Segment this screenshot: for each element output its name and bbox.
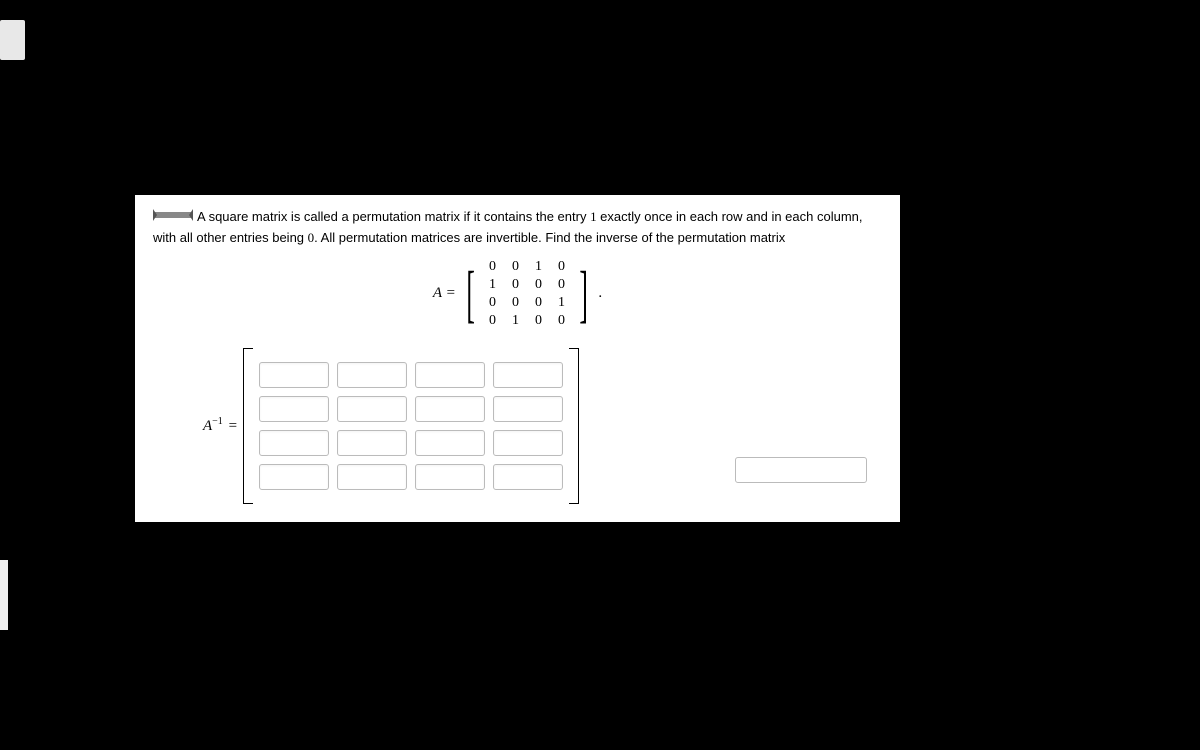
answer-cell-3-2[interactable] <box>415 464 485 490</box>
q-mid2: . All permutation matrices are invertibl… <box>314 230 785 245</box>
answer-right-bracket-icon <box>569 348 579 504</box>
answer-cell-0-3[interactable] <box>493 362 563 388</box>
answer-cell-3-1[interactable] <box>337 464 407 490</box>
matrix-A-label: A = <box>433 285 456 302</box>
answer-cell-3-3[interactable] <box>493 464 563 490</box>
answer-cell-2-2[interactable] <box>415 430 485 456</box>
matrix-A-display: A = [ 0010 1000 0001 0100 ] . <box>153 258 882 330</box>
extra-answer-cell <box>731 453 871 487</box>
answer-cell-2-3[interactable] <box>493 430 563 456</box>
webwork-icon <box>153 207 193 227</box>
browser-tab-strip <box>0 20 25 60</box>
left-bracket-icon: [ <box>466 267 475 321</box>
q-pre: A square matrix is called a permutation … <box>197 209 590 224</box>
side-notch <box>0 560 8 630</box>
extra-answer-input[interactable] <box>735 457 867 483</box>
answer-matrix <box>243 348 579 504</box>
answer-cell-0-1[interactable] <box>337 362 407 388</box>
answer-label: A−1 = <box>203 416 237 435</box>
answer-cell-0-0[interactable] <box>259 362 329 388</box>
answer-cell-2-1[interactable] <box>337 430 407 456</box>
answer-cell-2-0[interactable] <box>259 430 329 456</box>
answer-grid <box>253 348 569 504</box>
matrix-A-period: . <box>598 285 602 302</box>
right-bracket-icon: ] <box>579 267 588 321</box>
answer-cell-3-0[interactable] <box>259 464 329 490</box>
answer-cell-1-0[interactable] <box>259 396 329 422</box>
answer-cell-0-2[interactable] <box>415 362 485 388</box>
question-text: A square matrix is called a permutation … <box>153 207 882 248</box>
answer-cell-1-2[interactable] <box>415 396 485 422</box>
answer-cell-1-1[interactable] <box>337 396 407 422</box>
answer-left-bracket-icon <box>243 348 253 504</box>
matrix-A-table: 0010 1000 0001 0100 <box>481 258 573 330</box>
answer-cell-1-3[interactable] <box>493 396 563 422</box>
